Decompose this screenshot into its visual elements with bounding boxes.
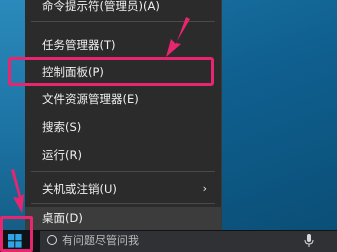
menu-item-label: 任务管理器(T) (42, 38, 116, 52)
menu-item-task-manager[interactable]: 任务管理器(T) (25, 34, 221, 56)
start-context-menu: 命令提示符(管理员)(A) 任务管理器(T) 控制面板(P) 文件资源管理器(E… (25, 0, 222, 230)
menu-separator (31, 203, 215, 204)
search-placeholder: 有问题尽管问我 (62, 234, 139, 247)
menu-item-label: 文件资源管理器(E) (42, 92, 139, 106)
menu-item-command-prompt-admin[interactable]: 命令提示符(管理员)(A) (25, 0, 221, 17)
menu-item-shutdown-signout[interactable]: 关机或注销(U) › (25, 178, 221, 200)
menu-item-file-explorer[interactable]: 文件资源管理器(E) (25, 88, 221, 110)
menu-item-label: 搜索(S) (42, 120, 82, 134)
desktop-edge (0, 0, 25, 230)
menu-item-label: 桌面(D) (42, 211, 83, 225)
cortana-circle-icon (47, 235, 57, 245)
menu-item-search[interactable]: 搜索(S) (25, 116, 221, 138)
menu-separator (31, 21, 215, 22)
microphone-icon[interactable] (304, 234, 314, 248)
chevron-right-icon: › (202, 182, 207, 195)
menu-item-label: 运行(R) (42, 148, 82, 162)
menu-item-label: 关机或注销(U) (42, 182, 117, 196)
menu-item-label: 命令提示符(管理员)(A) (42, 0, 160, 13)
menu-separator (31, 171, 215, 172)
control-panel-highlight-box (8, 57, 214, 86)
start-button-highlight-box (0, 216, 33, 252)
menu-item-desktop[interactable]: 桌面(D) (25, 207, 221, 230)
menu-item-run[interactable]: 运行(R) (25, 144, 221, 166)
